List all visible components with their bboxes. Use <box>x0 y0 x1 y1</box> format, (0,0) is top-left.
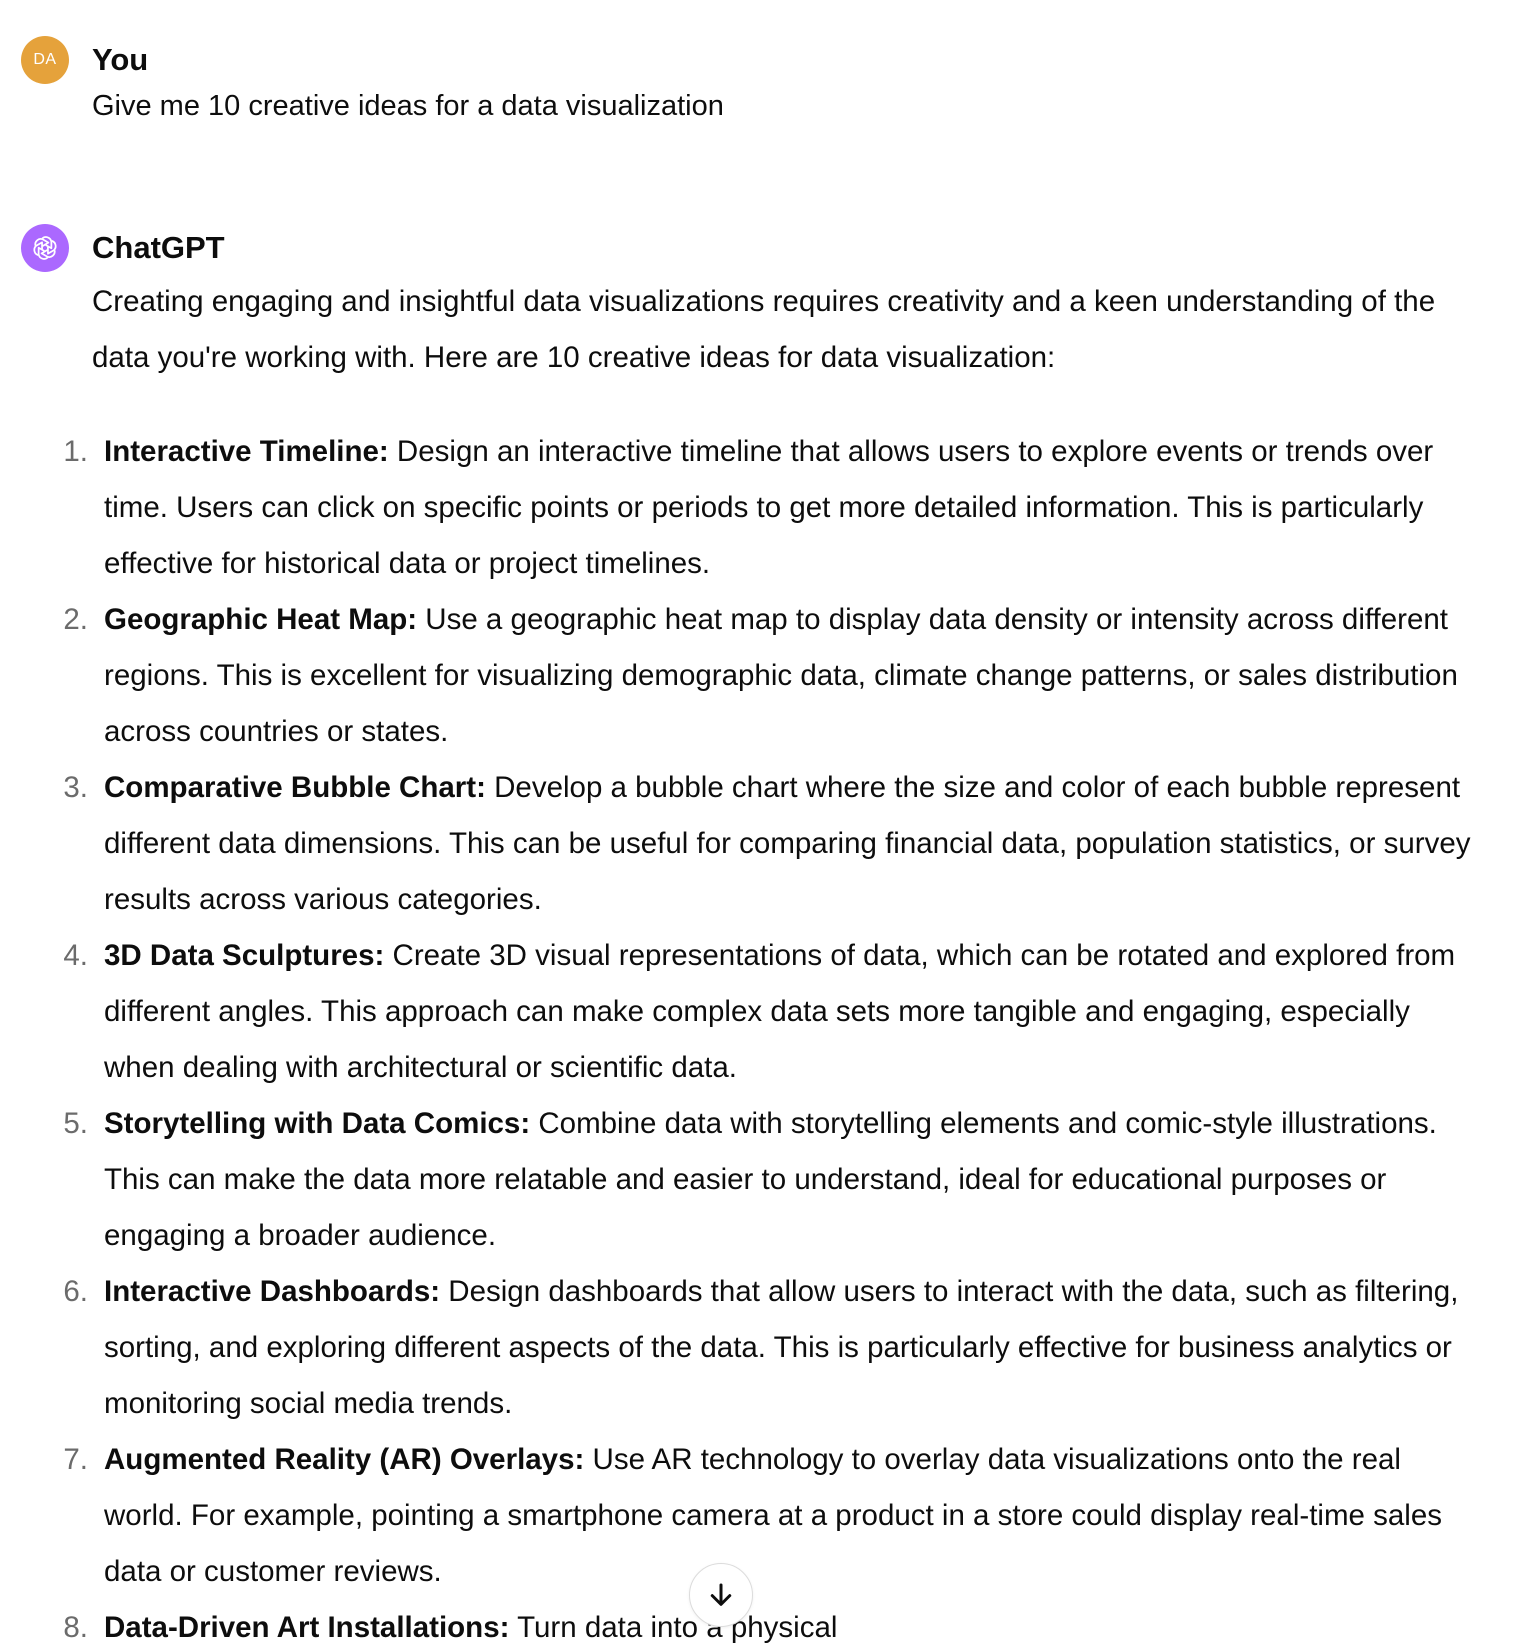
list-item-title: Augmented Reality (AR) Overlays: <box>104 1443 585 1476</box>
list-item-title: 3D Data Sculptures: <box>104 939 385 972</box>
list-item-title: Interactive Timeline: <box>104 435 389 468</box>
list-item-number: 2. <box>63 603 88 636</box>
list-item: 4. 3D Data Sculptures: Create 3D visual r… <box>0 928 1474 1096</box>
list-item-body: Turn data into a physical <box>509 1611 838 1644</box>
user-avatar: DA <box>21 36 69 84</box>
ideas-list: 1. Interactive Timeline: Design an intera… <box>0 424 1538 1652</box>
list-item-title: Storytelling with Data Comics: <box>104 1107 531 1140</box>
list-item-number: 7. <box>63 1443 88 1476</box>
chat-page: DA You Give me 10 creative ideas for a d… <box>0 0 1538 1652</box>
list-item-title: Geographic Heat Map: <box>104 603 418 636</box>
list-item-number: 8. <box>63 1611 88 1644</box>
openai-logo-icon <box>33 236 57 260</box>
user-message-text: Give me 10 creative ideas for a data vis… <box>92 90 724 122</box>
scroll-to-bottom-button[interactable] <box>689 1563 753 1627</box>
list-item-number: 1. <box>63 435 88 468</box>
list-item-title: Interactive Dashboards: <box>104 1275 441 1308</box>
list-item-number: 4. <box>63 939 88 972</box>
list-item: 5. Storytelling with Data Comics: Combine… <box>0 1096 1474 1264</box>
assistant-intro-text: Creating engaging and insightful data vi… <box>92 285 1436 374</box>
list-item: 2. Geographic Heat Map: Use a geographic … <box>0 592 1474 760</box>
list-item-number: 3. <box>63 771 88 804</box>
list-item-number: 5. <box>63 1107 88 1140</box>
user-author-name: You <box>92 42 149 77</box>
list-item: 6. Interactive Dashboards: Design dashboa… <box>0 1264 1474 1432</box>
list-item-title: Data-Driven Art Installations: <box>104 1611 510 1644</box>
arrow-down-icon <box>710 1583 732 1606</box>
user-avatar-initials: DA <box>33 51 57 68</box>
list-item-number: 6. <box>63 1275 88 1308</box>
assistant-author-name: ChatGPT <box>92 230 225 265</box>
list-item: 1. Interactive Timeline: Design an intera… <box>0 424 1474 592</box>
assistant-avatar <box>21 224 69 272</box>
list-item: 3. Comparative Bubble Chart: Develop a bu… <box>0 760 1474 928</box>
list-item-title: Comparative Bubble Chart: <box>104 771 486 804</box>
